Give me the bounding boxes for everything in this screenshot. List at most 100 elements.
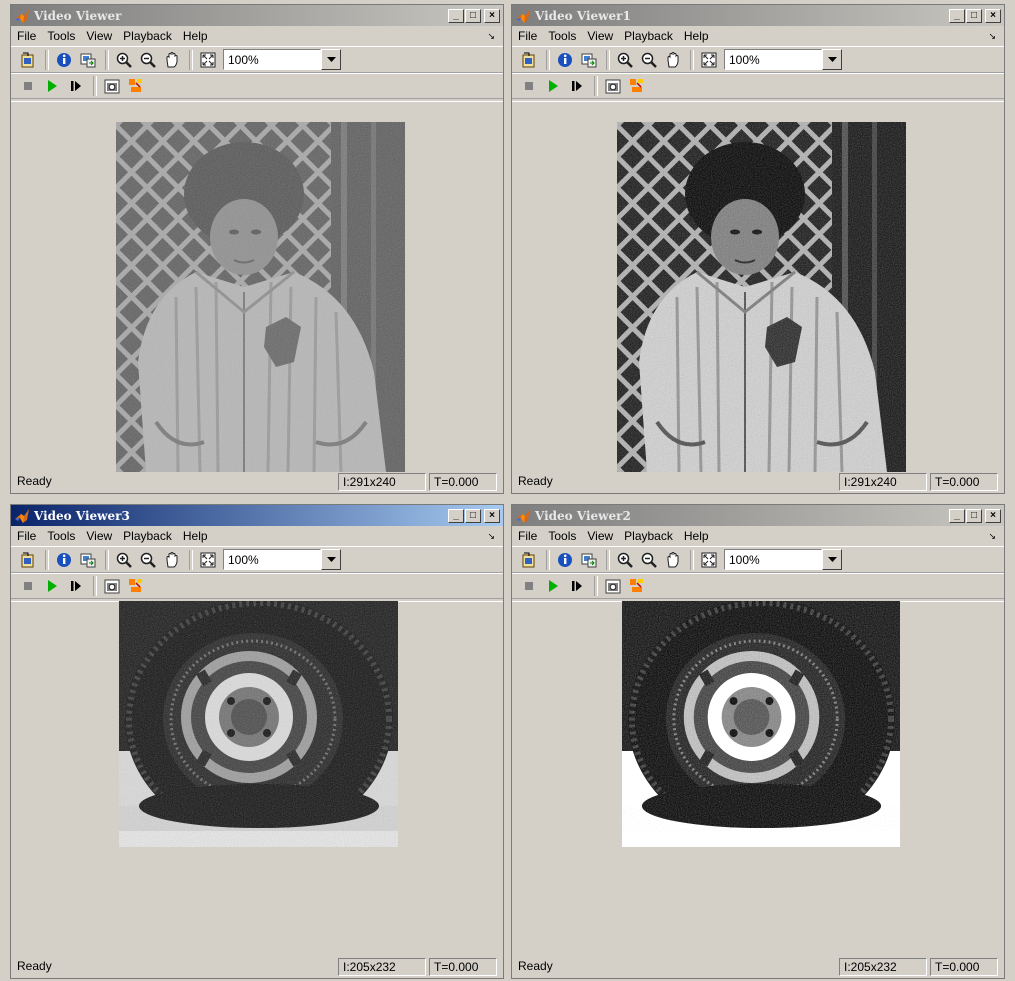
fit-to-window-icon[interactable] [698, 549, 720, 571]
menu-help[interactable]: Help [684, 29, 709, 43]
fit-to-window-icon[interactable] [698, 49, 720, 71]
stop-icon[interactable] [518, 75, 540, 97]
highlight-icon[interactable] [626, 575, 648, 597]
menu-file[interactable]: File [17, 529, 36, 543]
zoom-value[interactable]: 100% [724, 49, 822, 70]
pan-hand-icon[interactable] [662, 549, 684, 571]
menu-view[interactable]: View [587, 29, 613, 43]
zoom-in-icon[interactable] [614, 549, 636, 571]
export-icon[interactable] [77, 549, 99, 571]
video-viewport[interactable] [11, 599, 503, 927]
minimize-button[interactable]: _ [448, 8, 464, 23]
menu-file[interactable]: File [518, 529, 537, 543]
minimize-button[interactable]: _ [949, 8, 965, 23]
play-icon[interactable] [41, 75, 63, 97]
minimize-button[interactable]: _ [949, 508, 965, 523]
maximize-button[interactable]: □ [966, 508, 982, 523]
zoom-dropdown[interactable]: 100% [724, 49, 842, 70]
menu-file[interactable]: File [518, 29, 537, 43]
zoom-value[interactable]: 100% [223, 549, 321, 570]
play-icon[interactable] [542, 575, 564, 597]
matlab-app-icon[interactable] [14, 8, 30, 24]
new-viewer-icon[interactable] [17, 49, 39, 71]
step-forward-icon[interactable] [566, 575, 588, 597]
stop-icon[interactable] [17, 75, 39, 97]
title-bar[interactable]: Video Viewer3 _ □ × [11, 505, 503, 526]
zoom-value[interactable]: 100% [223, 49, 321, 70]
undock-arrow-icon[interactable]: ↘ [487, 531, 495, 542]
video-frame-tire[interactable] [622, 599, 900, 847]
title-bar[interactable]: Video Viewer _ □ × [11, 5, 503, 26]
info-icon[interactable] [554, 549, 576, 571]
step-forward-icon[interactable] [65, 575, 87, 597]
matlab-app-icon[interactable] [14, 508, 30, 524]
video-frame-child[interactable] [617, 122, 906, 473]
zoom-dropdown[interactable]: 100% [223, 549, 341, 570]
menu-playback[interactable]: Playback [624, 529, 673, 543]
menu-tools[interactable]: Tools [548, 529, 576, 543]
zoom-in-icon[interactable] [113, 549, 135, 571]
menu-help[interactable]: Help [183, 29, 208, 43]
video-viewport[interactable] [512, 101, 1004, 473]
video-viewport[interactable] [512, 599, 1004, 927]
highlight-icon[interactable] [125, 575, 147, 597]
step-forward-icon[interactable] [65, 75, 87, 97]
video-viewer3-window[interactable]: Video Viewer3 _ □ × File Tools View Play… [10, 504, 504, 979]
zoom-value[interactable]: 100% [724, 549, 822, 570]
menu-file[interactable]: File [17, 29, 36, 43]
chevron-down-icon[interactable] [822, 549, 842, 570]
zoom-out-icon[interactable] [638, 49, 660, 71]
stop-icon[interactable] [518, 575, 540, 597]
close-button[interactable]: × [985, 508, 1001, 523]
video-viewer-window[interactable]: Video Viewer _ □ × File Tools View Playb… [10, 4, 504, 494]
matlab-app-icon[interactable] [515, 8, 531, 24]
highlight-icon[interactable] [125, 75, 147, 97]
new-viewer-icon[interactable] [518, 49, 540, 71]
new-viewer-icon[interactable] [518, 549, 540, 571]
menu-tools[interactable]: Tools [548, 29, 576, 43]
play-icon[interactable] [41, 575, 63, 597]
chevron-down-icon[interactable] [321, 49, 341, 70]
chevron-down-icon[interactable] [822, 49, 842, 70]
zoom-in-icon[interactable] [113, 49, 135, 71]
menu-view[interactable]: View [587, 529, 613, 543]
menu-tools[interactable]: Tools [47, 529, 75, 543]
menu-playback[interactable]: Playback [123, 529, 172, 543]
title-bar[interactable]: Video Viewer1 _ □ × [512, 5, 1004, 26]
zoom-in-icon[interactable] [614, 49, 636, 71]
pan-hand-icon[interactable] [161, 549, 183, 571]
stop-icon[interactable] [17, 575, 39, 597]
undock-arrow-icon[interactable]: ↘ [988, 531, 996, 542]
new-viewer-icon[interactable] [17, 549, 39, 571]
snapshot-icon[interactable] [602, 575, 624, 597]
menu-view[interactable]: View [86, 29, 112, 43]
video-viewer2-window[interactable]: Video Viewer2 _ □ × File Tools View Play… [511, 504, 1005, 979]
zoom-dropdown[interactable]: 100% [223, 49, 341, 70]
info-icon[interactable] [53, 549, 75, 571]
video-viewport[interactable] [11, 101, 503, 473]
undock-arrow-icon[interactable]: ↘ [988, 31, 996, 42]
video-frame-child[interactable] [116, 122, 405, 473]
step-forward-icon[interactable] [566, 75, 588, 97]
export-icon[interactable] [578, 49, 600, 71]
play-icon[interactable] [542, 75, 564, 97]
close-button[interactable]: × [484, 508, 500, 523]
maximize-button[interactable]: □ [465, 8, 481, 23]
maximize-button[interactable]: □ [465, 508, 481, 523]
export-icon[interactable] [578, 549, 600, 571]
menu-help[interactable]: Help [183, 529, 208, 543]
snapshot-icon[interactable] [101, 575, 123, 597]
close-button[interactable]: × [484, 8, 500, 23]
menu-view[interactable]: View [86, 529, 112, 543]
menu-playback[interactable]: Playback [624, 29, 673, 43]
pan-hand-icon[interactable] [662, 49, 684, 71]
pan-hand-icon[interactable] [161, 49, 183, 71]
highlight-icon[interactable] [626, 75, 648, 97]
title-bar[interactable]: Video Viewer2 _ □ × [512, 505, 1004, 526]
matlab-app-icon[interactable] [515, 508, 531, 524]
close-button[interactable]: × [985, 8, 1001, 23]
menu-tools[interactable]: Tools [47, 29, 75, 43]
undock-arrow-icon[interactable]: ↘ [487, 31, 495, 42]
zoom-out-icon[interactable] [137, 549, 159, 571]
snapshot-icon[interactable] [101, 75, 123, 97]
